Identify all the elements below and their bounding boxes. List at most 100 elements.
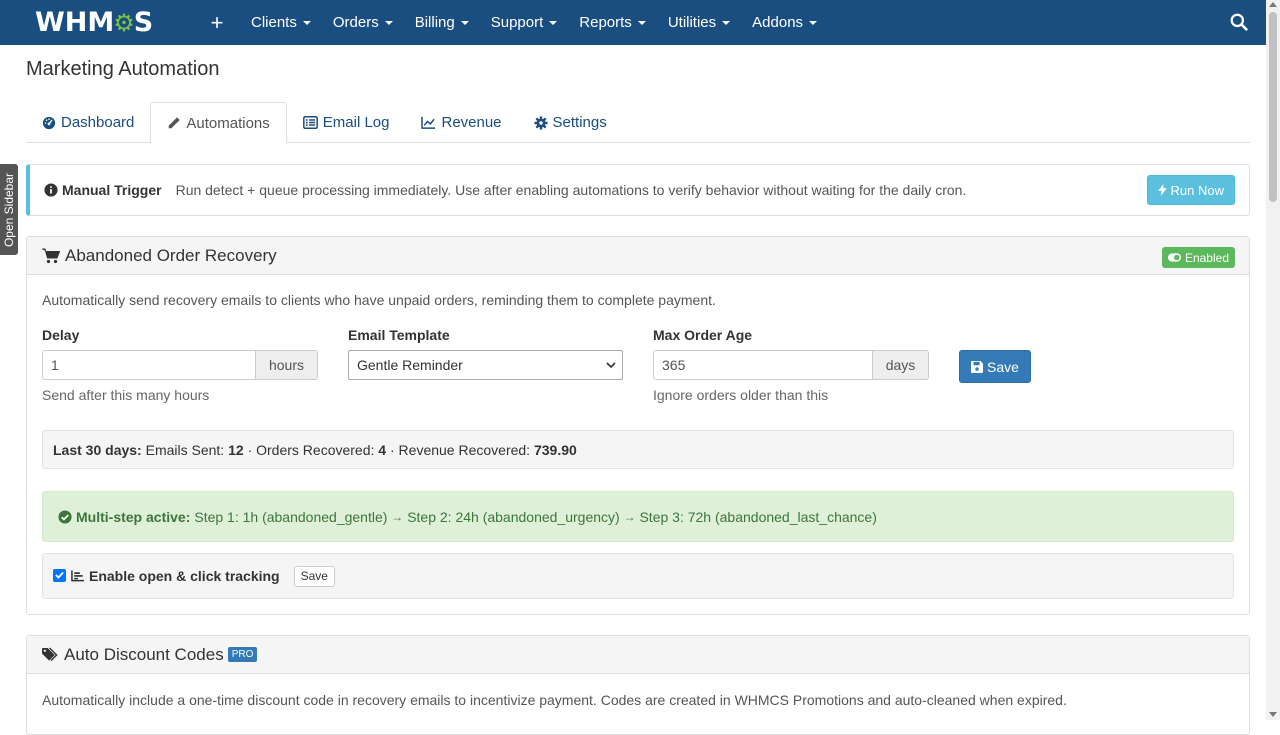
tracking-save-button[interactable]: Save xyxy=(293,565,335,587)
template-label: Email Template xyxy=(348,327,450,343)
logo-text-end: S xyxy=(133,7,154,38)
top-navbar: WHM ⚙ S + Clients Orders Billing Support R… xyxy=(0,0,1266,45)
logo-gear-icon: ⚙ xyxy=(113,8,135,37)
tab-dashboard[interactable]: Dashboard xyxy=(26,102,150,143)
multistep-alert: Multi-step active: Step 1: 1h (abandoned… xyxy=(42,491,1234,542)
auto-discount-panel: Auto Discount Codes PRO Automatically in… xyxy=(26,635,1250,735)
nav-addons[interactable]: Addons xyxy=(752,14,818,31)
bolt-icon xyxy=(1157,184,1167,196)
revenue-value: 739.90 xyxy=(533,441,577,458)
pencil-icon xyxy=(169,117,181,129)
list-icon xyxy=(302,116,318,129)
tab-label: Revenue xyxy=(441,114,502,131)
panel-description: Automatically include a one-time discoun… xyxy=(42,692,1067,708)
panel-heading: Auto Discount Codes PRO xyxy=(27,636,1249,674)
line-chart-icon xyxy=(421,116,436,129)
open-sidebar-tab[interactable]: Open Sidebar xyxy=(0,164,18,255)
arrow-icon: → xyxy=(391,509,404,524)
tab-automations[interactable]: Automations xyxy=(150,102,287,144)
emails-label: Emails Sent: xyxy=(145,441,225,458)
cart-icon xyxy=(42,248,60,263)
module-tabs: Dashboard Automations Email Log Revenue … xyxy=(26,102,1250,144)
caret-down-icon xyxy=(809,20,818,25)
orders-value: 4 xyxy=(378,441,387,458)
stats-bar: Last 30 days: Emails Sent: 12 · Orders R… xyxy=(42,430,1234,469)
nav-reports[interactable]: Reports xyxy=(579,14,646,31)
panel-heading: Abandoned Order Recovery Enabled xyxy=(27,237,1249,275)
tab-label: Dashboard xyxy=(61,114,135,131)
template-select[interactable]: Gentle Reminder xyxy=(348,350,623,380)
caret-down-icon xyxy=(722,20,731,25)
tracking-checkbox[interactable] xyxy=(53,568,66,582)
bar-chart-icon xyxy=(71,570,84,582)
revenue-label: Revenue Recovered: xyxy=(398,441,531,458)
max-age-input[interactable]: 365 xyxy=(653,350,873,380)
run-now-button[interactable]: Run Now xyxy=(1146,175,1235,205)
panel-title: Auto Discount Codes xyxy=(64,644,224,664)
check-circle-icon xyxy=(58,509,72,524)
manual-trigger-text: Run detect + queue processing immediatel… xyxy=(175,182,967,198)
panel-description: Automatically send recovery emails to cl… xyxy=(42,292,716,308)
step-2: Step 2: 24h (abandoned_urgency) xyxy=(407,508,620,525)
search-icon[interactable] xyxy=(1230,13,1248,31)
dashboard-icon xyxy=(42,116,56,129)
save-button[interactable]: Save xyxy=(959,350,1031,383)
manual-trigger-alert: Manual Trigger Run detect + queue proces… xyxy=(26,164,1250,216)
run-now-label: Run Now xyxy=(1170,182,1224,198)
max-age-label: Max Order Age xyxy=(653,327,753,343)
status-label: Enabled xyxy=(1184,250,1229,265)
nav-label: Utilities xyxy=(667,14,717,31)
delay-label: Delay xyxy=(42,327,80,343)
orders-label: Orders Recovered: xyxy=(256,441,375,458)
nav-label: Clients xyxy=(251,14,297,31)
tab-email-log[interactable]: Email Log xyxy=(287,102,406,143)
abandoned-order-panel: Abandoned Order Recovery Enabled Automat… xyxy=(26,236,1250,615)
scrollbar-thumb[interactable] xyxy=(1269,12,1277,202)
tab-label: Email Log xyxy=(322,114,390,131)
max-age-unit: days xyxy=(873,350,929,380)
page-title: Marketing Automation xyxy=(26,58,220,80)
separator: · xyxy=(247,441,253,458)
nav-support[interactable]: Support xyxy=(491,14,558,31)
tracking-label: Enable open & click tracking xyxy=(89,568,280,584)
tab-label: Automations xyxy=(186,114,270,132)
max-age-help: Ignore orders older than this xyxy=(653,387,829,403)
page-scrollbar[interactable] xyxy=(1266,0,1280,720)
toggle-on-icon xyxy=(1167,253,1181,262)
info-icon xyxy=(44,183,58,197)
template-selected: Gentle Reminder xyxy=(357,357,463,373)
step-1: Step 1: 1h (abandoned_gentle) xyxy=(194,508,388,525)
logo-text-start: WHM xyxy=(35,7,115,38)
nav-utilities[interactable]: Utilities xyxy=(667,14,731,31)
delay-unit: hours xyxy=(256,350,318,380)
caret-down-icon xyxy=(384,20,393,25)
nav-label: Reports xyxy=(579,14,632,31)
scroll-down-icon[interactable] xyxy=(1269,712,1277,717)
checkmark-icon xyxy=(55,571,64,579)
floppy-icon xyxy=(971,360,984,373)
nav-billing[interactable]: Billing xyxy=(415,14,469,31)
caret-down-icon xyxy=(302,20,311,25)
multistep-label: Multi-step active: xyxy=(76,508,191,525)
scroll-up-icon[interactable] xyxy=(1269,2,1277,7)
tab-settings[interactable]: Settings xyxy=(518,102,623,143)
quick-add-button[interactable]: + xyxy=(205,10,229,36)
delay-input[interactable]: 1 xyxy=(42,350,256,380)
nav-orders[interactable]: Orders xyxy=(333,14,393,31)
separator: · xyxy=(389,441,395,458)
emails-value: 12 xyxy=(228,441,244,458)
whmcs-logo[interactable]: WHM ⚙ S xyxy=(35,0,163,45)
stats-period: Last 30 days: xyxy=(53,441,142,458)
caret-down-icon xyxy=(460,20,469,25)
tab-revenue[interactable]: Revenue xyxy=(405,102,517,143)
caret-down-icon xyxy=(637,20,646,25)
chevron-down-icon xyxy=(606,362,616,369)
tab-label: Settings xyxy=(552,114,607,131)
tags-icon xyxy=(42,647,58,662)
nav-label: Support xyxy=(490,14,544,31)
nav-label: Orders xyxy=(332,14,379,31)
caret-down-icon xyxy=(549,20,558,25)
save-label: Save xyxy=(987,358,1019,375)
nav-label: Billing xyxy=(414,14,455,31)
nav-clients[interactable]: Clients xyxy=(251,14,311,31)
